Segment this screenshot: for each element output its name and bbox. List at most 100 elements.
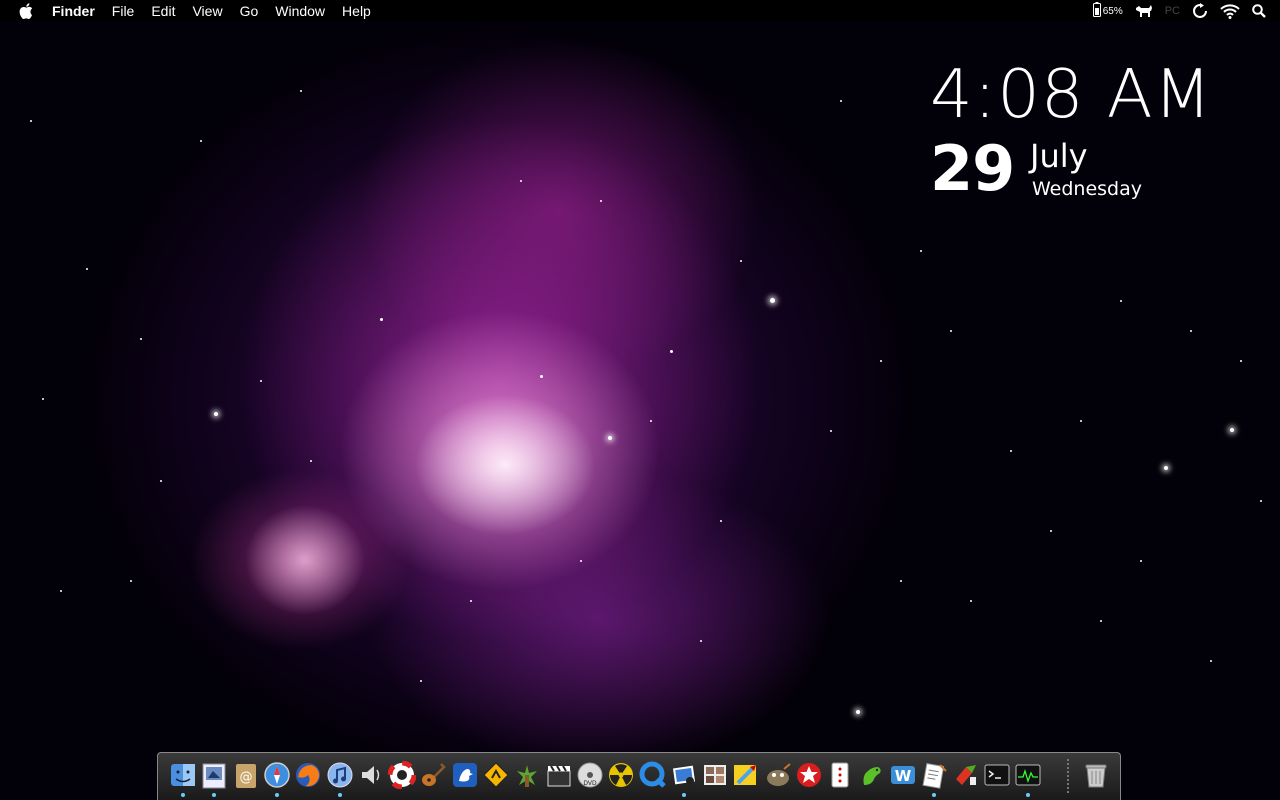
running-indicator bbox=[212, 793, 217, 797]
terminal-icon[interactable] bbox=[983, 760, 1011, 790]
star bbox=[970, 600, 972, 602]
photo-booth-icon[interactable] bbox=[701, 760, 729, 790]
star bbox=[1140, 560, 1142, 562]
lifesaver-icon[interactable] bbox=[388, 760, 417, 790]
star bbox=[580, 560, 582, 562]
cyberduck-icon[interactable] bbox=[451, 760, 479, 790]
star bbox=[650, 420, 652, 422]
star bbox=[260, 380, 262, 382]
clapperboard-icon[interactable] bbox=[545, 760, 573, 790]
radiation-icon[interactable] bbox=[607, 760, 635, 790]
clock-day: 29 bbox=[930, 132, 1015, 205]
star bbox=[950, 330, 952, 332]
guitar-icon[interactable] bbox=[419, 760, 447, 790]
star bbox=[1080, 420, 1082, 422]
spotlight-search-icon[interactable] bbox=[1252, 4, 1266, 18]
textedit-icon[interactable] bbox=[920, 760, 948, 790]
speaker-icon[interactable] bbox=[357, 760, 385, 790]
star bbox=[1240, 360, 1242, 362]
dock-separator bbox=[1067, 759, 1069, 795]
star bbox=[770, 298, 775, 303]
paintbrush-icon[interactable] bbox=[732, 760, 760, 790]
battery-icon bbox=[1092, 2, 1101, 20]
address-book-icon[interactable]: @ bbox=[232, 760, 260, 790]
finder-icon[interactable] bbox=[169, 760, 197, 790]
star bbox=[608, 436, 612, 440]
star bbox=[30, 120, 32, 122]
star bbox=[1050, 530, 1052, 532]
menu-go[interactable]: Go bbox=[240, 0, 259, 22]
warning-sign-icon[interactable] bbox=[482, 760, 510, 790]
star bbox=[1230, 428, 1234, 432]
activity-monitor-icon[interactable] bbox=[1014, 760, 1042, 790]
star bbox=[60, 590, 62, 592]
menu-window[interactable]: Window bbox=[275, 0, 325, 22]
sync-icon[interactable] bbox=[1192, 3, 1208, 19]
star bbox=[160, 480, 162, 482]
firefox-icon[interactable] bbox=[294, 760, 322, 790]
star bbox=[1210, 660, 1212, 662]
star bbox=[310, 460, 312, 462]
menu-edit[interactable]: Edit bbox=[151, 0, 175, 22]
menu-file[interactable]: File bbox=[112, 0, 135, 22]
star bbox=[840, 100, 842, 102]
ftp-icon[interactable] bbox=[952, 760, 980, 790]
battery-percent: 65% bbox=[1102, 5, 1123, 17]
svg-text:W: W bbox=[895, 767, 912, 785]
pokerstars-icon[interactable] bbox=[795, 760, 823, 790]
running-indicator bbox=[932, 793, 937, 797]
clock-month: July bbox=[1030, 137, 1088, 175]
running-indicator bbox=[681, 793, 686, 797]
gimp-icon[interactable] bbox=[764, 760, 792, 790]
menu-bar: Finder File Edit View Go Window Help 65%… bbox=[0, 0, 1280, 22]
menu-help[interactable]: Help bbox=[342, 0, 371, 22]
status-menus: 65% PC bbox=[1092, 0, 1280, 22]
star bbox=[1010, 450, 1012, 452]
star bbox=[1164, 466, 1168, 470]
trash-icon[interactable] bbox=[1082, 760, 1110, 790]
star bbox=[214, 412, 218, 416]
playing-card-icon[interactable] bbox=[826, 760, 854, 790]
star bbox=[880, 360, 882, 362]
itunes-icon[interactable] bbox=[326, 760, 354, 790]
star bbox=[670, 350, 673, 353]
menu-app-name[interactable]: Finder bbox=[52, 0, 95, 22]
star bbox=[720, 520, 722, 522]
apple-icon[interactable] bbox=[19, 3, 35, 19]
quicktime-icon[interactable] bbox=[639, 760, 667, 790]
safari-icon[interactable] bbox=[263, 760, 291, 790]
running-indicator bbox=[1026, 793, 1031, 797]
adium-icon[interactable] bbox=[513, 760, 541, 790]
wifi-icon[interactable] bbox=[1220, 3, 1240, 19]
star bbox=[600, 200, 602, 202]
word-icon[interactable]: W bbox=[889, 760, 917, 790]
star bbox=[1100, 620, 1102, 622]
gecko-icon[interactable] bbox=[858, 760, 886, 790]
star bbox=[470, 600, 472, 602]
clock-time: 4:08 AM bbox=[930, 55, 1213, 133]
star bbox=[540, 375, 543, 378]
svg-text:@: @ bbox=[239, 770, 252, 785]
pc-status[interactable]: PC bbox=[1165, 5, 1180, 17]
star bbox=[300, 90, 302, 92]
clock-weekday: Wednesday bbox=[1032, 178, 1143, 200]
running-indicator bbox=[181, 793, 185, 797]
preview-icon[interactable] bbox=[200, 760, 228, 790]
svg-text:DVD: DVD bbox=[583, 780, 597, 787]
star bbox=[920, 250, 922, 252]
star bbox=[1120, 300, 1122, 302]
dock: @ DVD W bbox=[157, 752, 1121, 800]
dog-icon[interactable] bbox=[1135, 4, 1153, 18]
star bbox=[856, 710, 860, 714]
dvd-player-icon[interactable]: DVD bbox=[576, 760, 604, 790]
star bbox=[520, 180, 522, 182]
star bbox=[830, 430, 832, 432]
pc-label: PC bbox=[1164, 5, 1180, 17]
star bbox=[86, 268, 88, 270]
battery-status[interactable]: 65% bbox=[1092, 2, 1123, 20]
star bbox=[900, 580, 902, 582]
iphoto-icon[interactable] bbox=[670, 760, 698, 790]
star bbox=[380, 318, 383, 321]
menu-view[interactable]: View bbox=[192, 0, 222, 22]
star bbox=[140, 338, 142, 340]
